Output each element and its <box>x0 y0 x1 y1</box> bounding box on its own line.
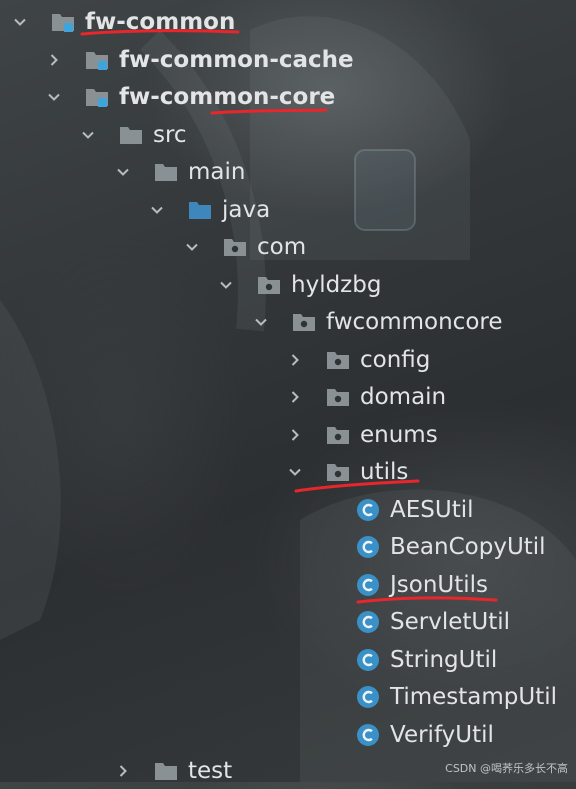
chevron-right-icon[interactable] <box>113 761 133 781</box>
watermark: CSDN @喝荞乐多长不高 <box>445 762 568 775</box>
chevron-down-icon[interactable] <box>147 200 167 220</box>
folder-icon <box>153 160 179 184</box>
chevron-down-icon[interactable] <box>182 237 202 257</box>
module-folder-icon <box>84 48 110 72</box>
tree-node-label: AESUtil <box>390 496 474 523</box>
tree-node-fw-common-core[interactable]: fw-common-core <box>44 78 335 115</box>
tree-node-class[interactable]: TimestampUtil <box>355 678 557 715</box>
tree-node-label: main <box>188 158 246 185</box>
java-class-icon <box>355 685 381 709</box>
tree-node-domain[interactable]: domain <box>285 378 446 415</box>
tree-node-label: enums <box>360 421 438 448</box>
tree-node-class[interactable]: StringUtil <box>355 641 497 678</box>
tree-node-label: TimestampUtil <box>390 683 558 710</box>
tree-node-label: java <box>222 196 271 223</box>
package-icon <box>325 460 351 484</box>
tree-node-fw-common-cache[interactable]: fw-common-cache <box>44 41 354 78</box>
chevron-right-icon[interactable] <box>44 50 64 70</box>
tree-node-test[interactable]: test <box>113 752 232 789</box>
folder-icon <box>118 123 144 147</box>
chevron-right-icon[interactable] <box>285 387 305 407</box>
tree-node-label: com <box>257 233 307 260</box>
tree-node-class[interactable]: JsonUtils <box>355 566 488 603</box>
tree-node-class[interactable]: ServletUtil <box>355 603 510 640</box>
chevron-down-icon[interactable] <box>216 275 236 295</box>
tree-node-label: fw-common-cache <box>119 46 354 73</box>
module-folder-icon <box>84 85 110 109</box>
chevron-down-icon[interactable] <box>251 312 271 332</box>
tree-node-label: VerifyUtil <box>390 721 494 748</box>
tree-node-com[interactable]: com <box>182 228 306 265</box>
tree-node-enums[interactable]: enums <box>285 416 438 453</box>
tree-node-fwcommoncore[interactable]: fwcommoncore <box>251 303 503 340</box>
java-class-icon <box>355 610 381 634</box>
package-icon <box>222 235 248 259</box>
tree-node-label: test <box>188 757 233 784</box>
chevron-down-icon[interactable] <box>285 462 305 482</box>
tree-node-label: fw-common-core <box>119 83 336 110</box>
tree-node-main[interactable]: main <box>113 153 245 190</box>
project-tree: fw-common fw-common-cache fw-common-core… <box>0 0 576 784</box>
source-folder-icon <box>187 198 213 222</box>
tree-node-label: src <box>153 121 187 148</box>
tree-node-label: domain <box>360 383 447 410</box>
java-class-icon <box>355 535 381 559</box>
tree-node-fw-common[interactable]: fw-common <box>10 3 235 40</box>
java-class-icon <box>355 573 381 597</box>
tree-node-label: JsonUtils <box>390 571 489 598</box>
tree-node-src[interactable]: src <box>78 116 187 153</box>
tree-node-class[interactable]: AESUtil <box>355 491 474 528</box>
tree-node-label: BeanCopyUtil <box>390 533 546 560</box>
package-icon <box>325 385 351 409</box>
tree-node-utils[interactable]: utils <box>285 453 408 490</box>
tree-node-config[interactable]: config <box>285 341 430 378</box>
java-class-icon <box>355 723 381 747</box>
java-class-icon <box>355 648 381 672</box>
chevron-down-icon[interactable] <box>113 162 133 182</box>
package-icon <box>325 348 351 372</box>
tree-node-java[interactable]: java <box>147 191 270 228</box>
tree-node-class[interactable]: VerifyUtil <box>355 716 494 753</box>
tree-node-label: utils <box>360 458 409 485</box>
tree-node-class[interactable]: BeanCopyUtil <box>355 528 546 565</box>
tree-node-label: fw-common <box>85 8 236 35</box>
tree-node-hyldzbg[interactable]: hyldzbg <box>216 266 381 303</box>
java-class-icon <box>355 498 381 522</box>
tree-node-label: hyldzbg <box>291 271 382 298</box>
chevron-down-icon[interactable] <box>44 87 64 107</box>
chevron-down-icon[interactable] <box>78 125 98 145</box>
tree-node-label: ServletUtil <box>390 608 511 635</box>
chevron-right-icon[interactable] <box>285 350 305 370</box>
folder-icon <box>153 759 179 783</box>
package-icon <box>291 310 317 334</box>
tree-node-label: StringUtil <box>390 646 498 673</box>
chevron-down-icon[interactable] <box>10 12 30 32</box>
package-icon <box>256 273 282 297</box>
tree-node-label: config <box>360 346 431 373</box>
chevron-right-icon[interactable] <box>285 425 305 445</box>
tree-node-label: fwcommoncore <box>326 308 503 335</box>
package-icon <box>325 423 351 447</box>
module-folder-icon <box>50 10 76 34</box>
